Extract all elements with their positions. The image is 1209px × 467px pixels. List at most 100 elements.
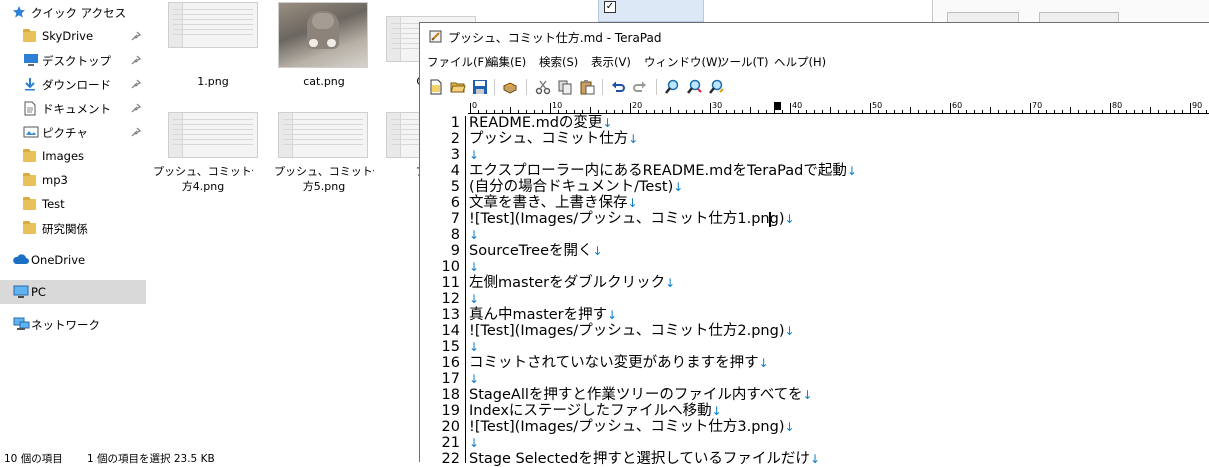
title-bar[interactable]: プッシュ、コミット仕方.md - TeraPad [420,23,1209,50]
nav-item-label: ネットワーク [31,318,100,332]
pin-icon [131,127,142,137]
ruler-tick [886,110,887,113]
ruler-tick [1126,110,1127,113]
thumbnail-detail [173,9,253,39]
ruler-tick [982,110,983,113]
nav-item-研究関係[interactable]: 研究関係 [0,216,146,240]
line-break-mark: ↓ [784,420,795,434]
folder-icon [23,149,36,162]
print-icon-glyph [502,82,518,94]
find-icon[interactable] [662,77,682,97]
nav-item-label: OneDrive [31,253,86,267]
nav-item-ネットワーク[interactable]: ネットワーク [0,312,146,336]
file-name: プッシュ、コミット仕 方5.png [274,164,374,194]
find-prev-icon[interactable] [706,77,726,97]
text-editor[interactable]: 1 2 3 4 5 6 7 8 9 10 11 12 13 14 15 16 17 18 19 20 21 22 READ… [420,115,1209,467]
ruler-number: 10 [552,102,563,110]
nav-item-ダウンロード[interactable]: ダウンロード [0,72,146,96]
cut-icon[interactable] [533,77,553,97]
ruler-tick [494,110,495,113]
ruler-number: 20 [632,102,643,110]
copy-icon[interactable] [555,77,575,97]
background-dropdown: ✓ [598,0,704,22]
text-line-content: SourceTreeを開く [469,243,593,259]
nav-item-label: Images [42,149,85,163]
line-break-mark: ↓ [809,452,820,466]
menu-bar: ファイル(F) 編集(E) 検索(S) 表示(V) ウィンドウ(W) ツール(T) ヘルプ(… [420,50,1209,72]
menu-search[interactable]: 検索(S) [539,54,578,70]
nav-item-pc[interactable]: PC [0,280,146,304]
ruler-tick [1054,110,1055,113]
line-break-mark: ↓ [758,356,769,370]
nav-item-skydrive[interactable]: SkyDrive [0,24,146,48]
selection-info: 1 個の項目を選択 23.5 KB [87,453,215,465]
ruler-number: 30 [712,102,723,110]
save-icon-glyph [473,80,487,94]
redo-icon-glyph [633,81,646,92]
nav-item-クイック-アクセス[interactable]: クイック アクセス [0,0,146,24]
save-icon[interactable] [470,77,490,97]
ruler-number: 50 [872,102,883,110]
find-next-icon[interactable] [684,77,704,97]
line-break-mark: ↓ [711,404,722,418]
file-name: 1.png [163,74,263,89]
ruler-tick [654,110,655,113]
line-number: 18 [441,387,460,403]
open-file-icon[interactable] [448,77,468,97]
star-icon [12,5,28,19]
menu-window[interactable]: ウィンドウ(W) [644,54,722,70]
ruler-tick [894,110,895,113]
undo-icon[interactable] [608,77,628,97]
ruler-tick [1158,110,1159,113]
menu-tools[interactable]: ツール(T) [718,54,769,70]
folder-icon [23,221,36,234]
menu-file[interactable]: ファイル(F) [427,54,489,70]
nav-item-label: ピクチャ [42,126,88,140]
text-line-content: (自分の場合ドキュメント/Test) [469,179,674,195]
ruler-tick [790,103,791,113]
text-line: コミットされていない変更がありますを押す↓ [469,355,769,371]
paste-icon[interactable] [577,77,597,97]
file-name-line: 1.png [197,75,229,88]
text-line: 文章を書き、上書き保存↓ [469,195,638,211]
ruler-tick [486,110,487,113]
ruler-tick [750,107,751,113]
folder-icon [23,197,36,210]
line-break-mark: ↓ [627,196,638,210]
file-name: プッシュ、コミット仕 方4.png [153,164,253,194]
nav-item-test[interactable]: Test [0,192,146,216]
toolbar [420,74,1209,100]
new-file-icon[interactable] [426,77,446,97]
line-break-mark: ↓ [602,116,613,130]
line-number: 20 [441,419,460,435]
ruler-tick [662,110,663,113]
ruler-tick [1190,103,1191,113]
line-number: 5 [450,179,460,195]
ruler-tick [1206,110,1207,113]
checkbox-icon[interactable]: ✓ [604,1,616,13]
terapad-window: プッシュ、コミット仕方.md - TeraPad ファイル(F) 編集(E) 検索(… [419,22,1209,467]
nav-item-デスクトップ[interactable]: デスクトップ [0,48,146,72]
redo-icon[interactable] [630,77,650,97]
file-name-line: 方4.png [181,180,225,193]
print-icon[interactable] [500,77,520,97]
menu-view[interactable]: 表示(V) [591,54,631,70]
menu-edit[interactable]: 編集(E) [487,54,526,70]
nav-item-ピクチャ[interactable]: ピクチャ [0,120,146,144]
cloud-icon [12,253,29,267]
nav-item-images[interactable]: Images [0,144,146,168]
ruler-tick [1078,110,1079,113]
paste-icon-glyph [580,80,595,95]
nav-item-ドキュメント[interactable]: ドキュメント [0,96,146,120]
file-name: cat.png [274,74,374,89]
nav-item-mp3[interactable]: mp3 [0,168,146,192]
menu-help[interactable]: ヘルプ(H) [774,54,826,70]
ruler-tick [726,110,727,113]
line-number: 4 [450,163,460,179]
line-break-mark: ↓ [469,260,480,274]
ruler-caret-marker [774,102,781,110]
copy-icon-glyph [558,80,572,95]
ruler-tick [966,110,967,113]
line-break-mark: ↓ [784,212,795,226]
nav-item-onedrive[interactable]: OneDrive [0,248,146,272]
